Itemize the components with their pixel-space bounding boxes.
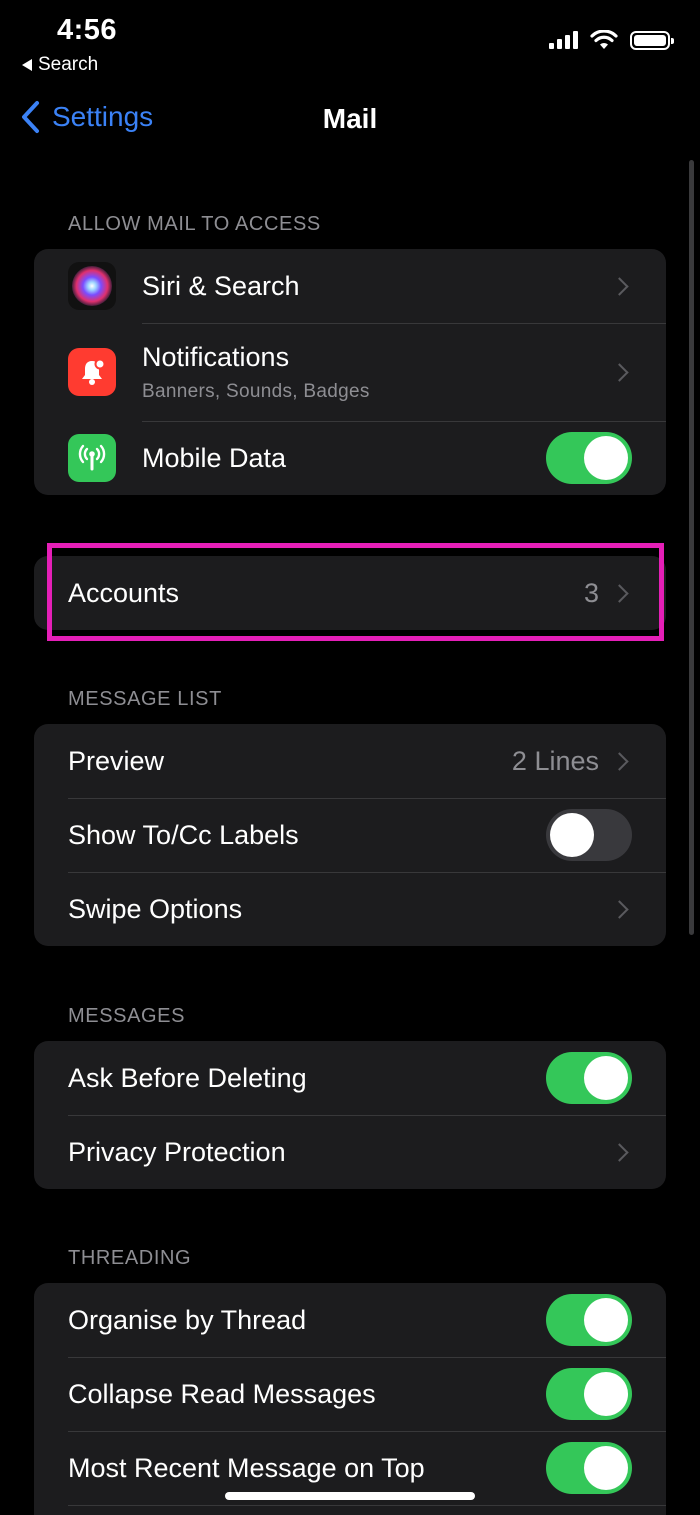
chevron-right-icon: [610, 276, 629, 296]
page-title: Mail: [322, 103, 378, 134]
collapse-read-label: Collapse Read Messages: [68, 1378, 376, 1409]
ask-before-deleting-label: Ask Before Deleting: [68, 1062, 307, 1093]
section-header-allow-access: ALLOW MAIL TO ACCESS: [68, 213, 321, 235]
collapse-read-row: Collapse Read Messages: [34, 1357, 666, 1431]
next-row-partial: [34, 1505, 666, 1515]
siri-search-row[interactable]: Siri & Search: [34, 249, 666, 323]
chevron-right-icon: [610, 899, 629, 919]
wifi-icon: [590, 30, 618, 49]
ask-before-deleting-toggle[interactable]: [546, 1052, 632, 1104]
section-header-messages: MESSAGES: [68, 1005, 186, 1027]
allow-access-group: Siri & Search Notifications Banners, Sou…: [34, 249, 666, 495]
notifications-sublabel: Banners, Sounds, Badges: [142, 380, 370, 402]
show-to-cc-toggle[interactable]: [546, 809, 632, 861]
siri-search-label: Siri & Search: [142, 270, 300, 301]
status-time: 4:56: [57, 14, 118, 46]
section-header-message-list: MESSAGE LIST: [68, 688, 222, 710]
back-app-label: Search: [38, 54, 99, 75]
status-icons: [549, 30, 674, 50]
preview-label: Preview: [68, 745, 165, 776]
preview-value: 2 Lines: [511, 745, 599, 776]
swipe-options-label: Swipe Options: [68, 893, 243, 924]
siri-icon: [68, 262, 116, 310]
preview-row[interactable]: Preview 2 Lines: [34, 724, 666, 798]
show-to-cc-row: Show To/Cc Labels: [34, 798, 666, 872]
organise-by-thread-toggle[interactable]: [546, 1294, 632, 1346]
organise-by-thread-row: Organise by Thread: [34, 1283, 666, 1357]
swipe-options-row[interactable]: Swipe Options: [34, 872, 666, 946]
section-header-threading: THREADING: [68, 1247, 192, 1269]
mobile-data-toggle[interactable]: [546, 432, 632, 484]
show-to-cc-label: Show To/Cc Labels: [68, 819, 299, 850]
privacy-protection-row[interactable]: Privacy Protection: [34, 1115, 666, 1189]
most-recent-on-top-label: Most Recent Message on Top: [68, 1452, 425, 1483]
chevron-right-icon: [610, 1142, 629, 1162]
notifications-label: Notifications: [142, 341, 290, 372]
chevron-right-icon: [610, 751, 629, 771]
mobile-data-row: Mobile Data: [34, 421, 666, 495]
mobile-data-label: Mobile Data: [142, 442, 287, 473]
back-to-search-button[interactable]: Search: [22, 54, 98, 76]
privacy-protection-label: Privacy Protection: [68, 1136, 286, 1167]
notification-bell-icon: [68, 348, 116, 396]
most-recent-on-top-toggle[interactable]: [546, 1442, 632, 1494]
cellular-signal-icon: [549, 31, 578, 49]
home-indicator[interactable]: [225, 1492, 475, 1500]
threading-group: Organise by Thread Collapse Read Message…: [34, 1283, 666, 1515]
messages-group: Ask Before Deleting Privacy Protection: [34, 1041, 666, 1189]
antenna-icon: [68, 434, 116, 482]
ask-before-deleting-row: Ask Before Deleting: [34, 1041, 666, 1115]
back-triangle-icon: [22, 59, 32, 71]
notifications-row[interactable]: Notifications Banners, Sounds, Badges: [34, 323, 666, 421]
collapse-read-toggle[interactable]: [546, 1368, 632, 1420]
message-list-group: Preview 2 Lines Show To/Cc Labels Swipe …: [34, 724, 666, 946]
battery-icon: [630, 30, 674, 50]
chevron-right-icon: [610, 362, 629, 382]
accounts-highlight-box: [47, 543, 664, 641]
scrollbar[interactable]: [689, 160, 694, 935]
organise-by-thread-label: Organise by Thread: [68, 1304, 307, 1335]
